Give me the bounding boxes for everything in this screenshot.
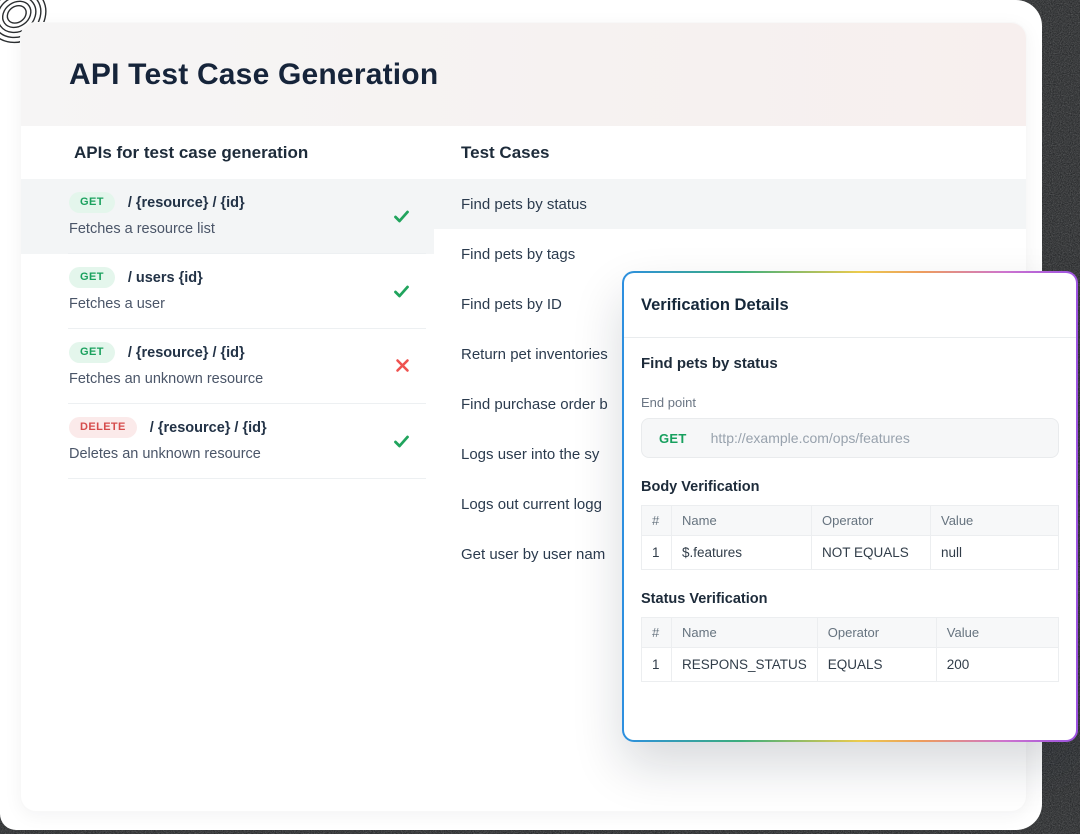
- divider: [68, 478, 426, 479]
- api-description: Fetches a resource list: [69, 221, 434, 237]
- api-list: GET / {resource} / {id} Fetches a resour…: [21, 179, 434, 479]
- method-badge: DELETE: [69, 417, 137, 438]
- table-cell: 1: [642, 536, 672, 570]
- api-list-item[interactable]: GET / users {id} Fetches a user: [21, 254, 434, 329]
- column-header: Operator: [817, 618, 936, 648]
- table-row: 1 $.features NOT EQUALS null: [642, 536, 1059, 570]
- api-panel-header: APIs for test case generation: [21, 143, 434, 163]
- column-header: #: [642, 506, 672, 536]
- column-header: #: [642, 618, 672, 648]
- status-pass-icon: [393, 433, 410, 450]
- column-header: Name: [672, 618, 818, 648]
- api-description: Fetches an unknown resource: [69, 371, 434, 387]
- body-verification-title: Body Verification: [641, 479, 1059, 495]
- endpoint-label: End point: [641, 395, 1059, 410]
- verification-case-name: Find pets by status: [641, 355, 1059, 372]
- method-badge: GET: [69, 342, 115, 363]
- column-header: Value: [931, 506, 1059, 536]
- table-cell: RESPONS_STATUS: [672, 648, 818, 682]
- endpoint-input[interactable]: GET http://example.com/ops/features: [641, 418, 1059, 458]
- table-cell: null: [931, 536, 1059, 570]
- verification-details-panel: Verification Details Find pets by status…: [622, 271, 1078, 742]
- api-path: / {resource} / {id}: [128, 195, 245, 211]
- api-list-item[interactable]: DELETE / {resource} / {id} Deletes an un…: [21, 404, 434, 479]
- table-cell: 200: [936, 648, 1058, 682]
- status-pass-icon: [393, 283, 410, 300]
- table-row: 1 RESPONS_STATUS EQUALS 200: [642, 648, 1059, 682]
- status-pass-icon: [393, 208, 410, 225]
- table-cell: NOT EQUALS: [812, 536, 931, 570]
- method-badge: GET: [69, 267, 115, 288]
- card-header: API Test Case Generation: [21, 23, 1026, 126]
- test-case-item[interactable]: Find pets by status: [434, 179, 1026, 229]
- status-fail-icon: [395, 358, 410, 373]
- status-verification-title: Status Verification: [641, 591, 1059, 607]
- body-verification-table: # Name Operator Value 1 $.features NOT E…: [641, 505, 1059, 570]
- endpoint-method-label: GET: [659, 431, 687, 446]
- api-list-item[interactable]: GET / {resource} / {id} Fetches a resour…: [21, 179, 434, 254]
- column-header: Value: [936, 618, 1058, 648]
- table-cell: $.features: [672, 536, 812, 570]
- table-header-row: # Name Operator Value: [642, 618, 1059, 648]
- api-path: / users {id}: [128, 270, 203, 286]
- api-path: / {resource} / {id}: [128, 345, 245, 361]
- table-cell: EQUALS: [817, 648, 936, 682]
- endpoint-url-text: http://example.com/ops/features: [711, 430, 910, 446]
- table-header-row: # Name Operator Value: [642, 506, 1059, 536]
- api-list-item[interactable]: GET / {resource} / {id} Fetches an unkno…: [21, 329, 434, 404]
- method-badge: GET: [69, 192, 115, 213]
- verification-panel-title: Verification Details: [641, 296, 789, 315]
- page-title: API Test Case Generation: [69, 58, 438, 92]
- table-cell: 1: [642, 648, 672, 682]
- column-header: Operator: [812, 506, 931, 536]
- screenshot-stage: API Test Case Generation APIs for test c…: [0, 0, 1080, 834]
- column-header: Name: [672, 506, 812, 536]
- verification-panel-header: Verification Details: [624, 273, 1076, 338]
- status-verification-table: # Name Operator Value 1 RESPONS_STATUS E…: [641, 617, 1059, 682]
- api-description: Fetches a user: [69, 296, 434, 312]
- api-path: / {resource} / {id}: [150, 420, 267, 436]
- test-cases-header: Test Cases: [434, 143, 1026, 163]
- section-headers-row: APIs for test case generation Test Cases: [21, 126, 1026, 179]
- api-description: Deletes an unknown resource: [69, 446, 434, 462]
